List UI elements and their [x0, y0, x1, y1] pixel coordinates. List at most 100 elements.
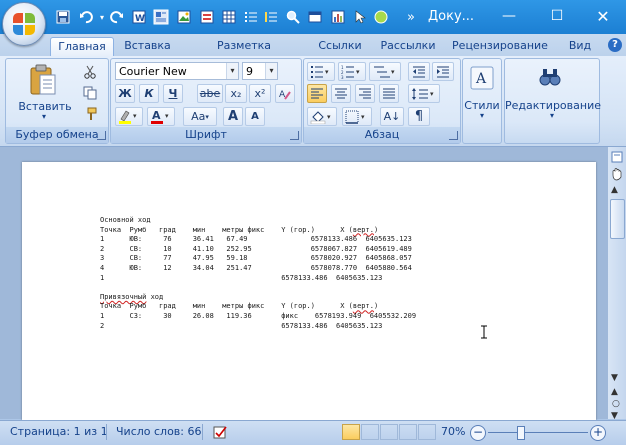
format-painter-icon[interactable]: [80, 104, 100, 123]
clipboard-launcher-icon[interactable]: [97, 131, 106, 140]
multilevel-list-button[interactable]: ▾: [369, 62, 401, 81]
document-line[interactable]: 2 6578133.486 6405635.123: [100, 322, 416, 332]
copy-icon[interactable]: [80, 83, 100, 102]
scroll-up-icon[interactable]: ▲: [611, 185, 618, 195]
page-counter[interactable]: Страница: 1 из 1: [10, 425, 108, 438]
minimize-button[interactable]: —: [486, 0, 532, 32]
subscript-button[interactable]: x₂: [225, 84, 247, 103]
tab-home[interactable]: Главная: [50, 37, 114, 57]
zoom-level[interactable]: 70%: [441, 425, 465, 438]
vertical-scrollbar[interactable]: ▲ ▼ ▲ ○ ▼: [608, 147, 626, 421]
bold-button[interactable]: Ж: [115, 84, 135, 103]
document-line[interactable]: 2 СВ: 10 41.10 252.95 6578067.827 640561…: [100, 245, 416, 255]
grow-font-button[interactable]: A: [223, 107, 243, 126]
outline-view-icon[interactable]: [399, 424, 417, 440]
tab-view[interactable]: Вид: [566, 37, 594, 56]
line-spacing-icon[interactable]: ▾: [408, 84, 440, 103]
previous-page-icon[interactable]: ▲: [611, 387, 618, 397]
office-button[interactable]: [2, 2, 46, 46]
save-icon[interactable]: [54, 8, 72, 26]
numbering-icon[interactable]: [262, 8, 280, 26]
font-size-dropdown-icon[interactable]: ▾: [265, 63, 277, 79]
superscript-button[interactable]: x²: [249, 84, 271, 103]
sort-button[interactable]: А↓: [380, 107, 404, 126]
borders-icon[interactable]: ▾: [342, 107, 372, 126]
document-line[interactable]: 1 СЗ: 30 26.08 119.36 фикс 6578193.949 6…: [100, 312, 416, 322]
table-icon[interactable]: [220, 8, 238, 26]
font-name-combo[interactable]: Courier New ▾: [115, 62, 239, 80]
show-marks-button[interactable]: ¶: [408, 107, 430, 126]
spellcheck-icon[interactable]: [372, 8, 390, 26]
bullets-icon[interactable]: [242, 8, 260, 26]
tab-references[interactable]: Ссылки: [316, 37, 364, 56]
tab-page-layout[interactable]: Разметка страницы: [188, 37, 300, 70]
editing-group[interactable]: Редактирование ▾: [504, 58, 601, 144]
document-line[interactable]: 3 СВ: 77 47.95 59.18 6578020.927 6405868…: [100, 254, 416, 264]
paste-dropdown-icon[interactable]: ▾: [36, 112, 52, 121]
align-center-icon[interactable]: [331, 84, 351, 103]
maximize-button[interactable]: ☐: [534, 0, 580, 32]
document-image-icon[interactable]: [152, 8, 170, 26]
qat-more-icon[interactable]: »: [402, 8, 420, 26]
document-line[interactable]: 1 6578133.486 6405635.123: [100, 274, 416, 284]
increase-indent-icon[interactable]: [432, 62, 454, 81]
hand-icon[interactable]: [611, 167, 623, 184]
word-doc-icon[interactable]: W: [130, 8, 148, 26]
document-line[interactable]: Точка Румб град мин метры фикс Y (гор.) …: [100, 302, 416, 312]
document-line[interactable]: Точка Румб град мин метры фикс Y (гор.) …: [100, 226, 416, 236]
find-icon[interactable]: [284, 8, 302, 26]
numbering-button[interactable]: 1 2 3 ▾: [338, 62, 366, 81]
document-line[interactable]: Привязочный ход: [100, 293, 416, 303]
clear-formatting-icon[interactable]: A: [275, 84, 295, 103]
help-icon[interactable]: ?: [608, 38, 622, 52]
justify-icon[interactable]: [379, 84, 399, 103]
shading-icon[interactable]: ▾: [307, 107, 337, 126]
scroll-down-icon[interactable]: ▼: [611, 373, 618, 383]
zoom-slider-track[interactable]: [488, 432, 588, 433]
tab-mailings[interactable]: Рассылки: [378, 37, 438, 56]
cut-icon[interactable]: [80, 62, 100, 81]
change-case-button[interactable]: Aa ▾: [183, 107, 217, 126]
proofing-icon[interactable]: [212, 424, 230, 440]
scrollbar-thumb[interactable]: [610, 199, 625, 239]
cursor-icon[interactable]: [351, 8, 369, 26]
styles-dropdown-icon[interactable]: ▾: [463, 111, 501, 120]
font-color-icon[interactable]: A ▾: [147, 107, 175, 126]
highlight-icon[interactable]: ▾: [115, 107, 143, 126]
web-layout-view-icon[interactable]: [380, 424, 398, 440]
document-line[interactable]: 4 ЮВ: 12 34.04 251.47 6578078.770 640588…: [100, 264, 416, 274]
document-line[interactable]: [100, 283, 416, 293]
browse-object-icon[interactable]: ○: [612, 399, 620, 409]
tab-insert[interactable]: Вставка: [120, 37, 175, 56]
document-area[interactable]: Основной ход Точка Румб град мин метры фи…: [0, 147, 608, 424]
editing-dropdown-icon[interactable]: ▾: [505, 111, 599, 120]
chart-icon[interactable]: [329, 8, 347, 26]
decrease-indent-icon[interactable]: [408, 62, 430, 81]
align-left-icon[interactable]: [307, 84, 327, 103]
shrink-font-button[interactable]: A: [245, 107, 265, 126]
zoom-slider-thumb[interactable]: [517, 426, 525, 440]
zoom-out-button[interactable]: −: [470, 425, 486, 441]
window-icon[interactable]: [306, 8, 324, 26]
align-right-icon[interactable]: [355, 84, 375, 103]
bullets-button[interactable]: ▾: [307, 62, 335, 81]
underline-button[interactable]: Ч: [163, 84, 183, 103]
word-count[interactable]: Число слов: 66: [116, 425, 202, 438]
document-text[interactable]: Основной ход Точка Румб град мин метры фи…: [100, 216, 416, 331]
strikethrough-button[interactable]: abe: [197, 84, 223, 103]
italic-button[interactable]: К: [139, 84, 159, 103]
ruler-toggle-icon[interactable]: [611, 151, 623, 166]
binoculars-icon[interactable]: [537, 65, 563, 91]
document-page[interactable]: Основной ход Точка Румб град мин метры фи…: [22, 162, 596, 424]
full-screen-view-icon[interactable]: [361, 424, 379, 440]
insert-picture-icon[interactable]: [175, 8, 193, 26]
redo-icon[interactable]: [108, 8, 126, 26]
styles-icon[interactable]: A: [469, 65, 495, 91]
styles-group[interactable]: A Стили ▾: [462, 58, 502, 144]
document-line[interactable]: 1 ЮВ: 76 36.41 67.49 6578133.486 6405635…: [100, 235, 416, 245]
tab-review[interactable]: Рецензирование: [452, 37, 548, 56]
paste-icon[interactable]: [28, 63, 58, 97]
document-line[interactable]: Основной ход: [100, 216, 416, 226]
equation-icon[interactable]: [198, 8, 216, 26]
paragraph-launcher-icon[interactable]: [449, 131, 458, 140]
